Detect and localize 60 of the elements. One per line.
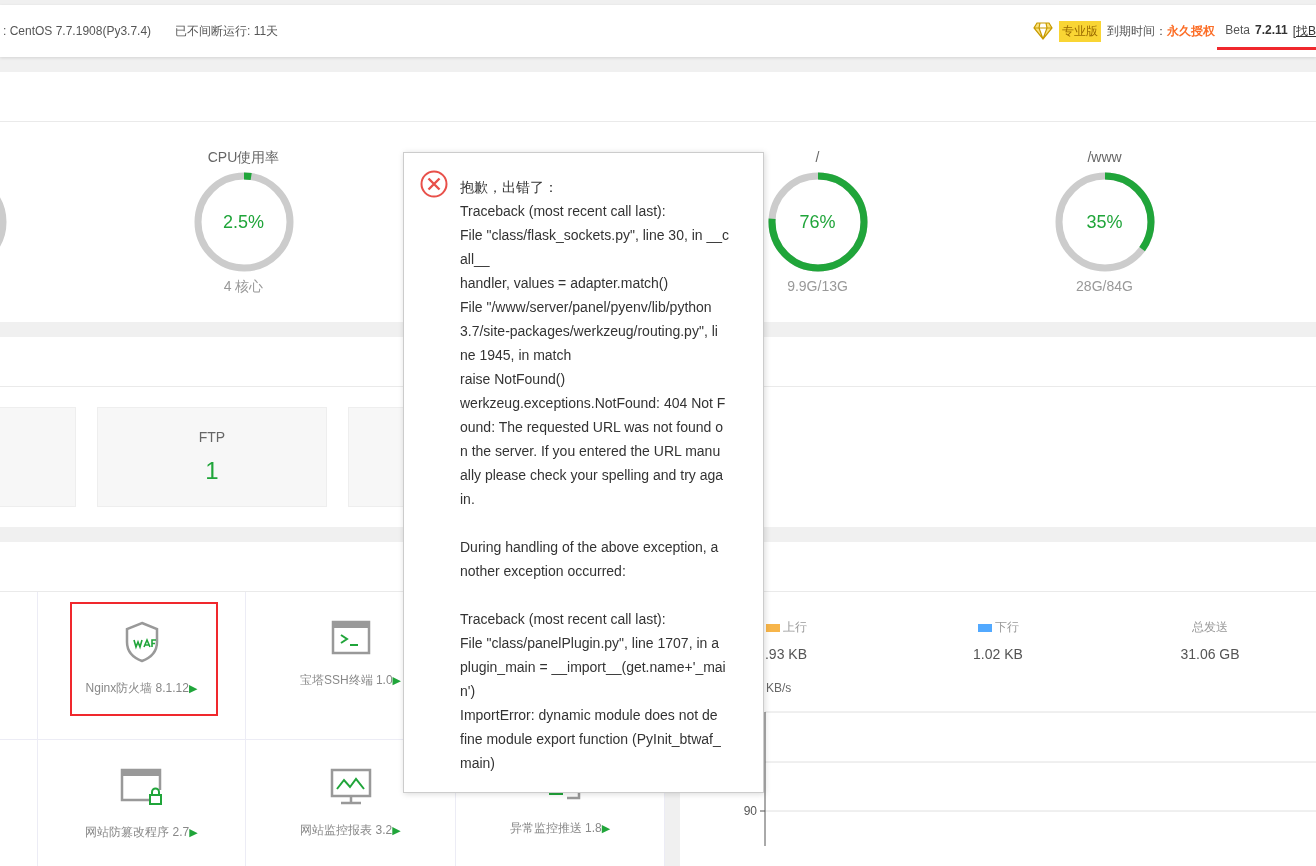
terminal-icon (330, 620, 371, 656)
error-line: During handling of the above exception, a (460, 538, 720, 557)
gauge-value: 76% (799, 211, 836, 233)
stat-value: 1 (205, 457, 219, 485)
plugin-label[interactable]: Nginx防火墙 8.1.12▶ (85, 680, 198, 697)
error-line: main) (460, 754, 496, 773)
gauge-value: 2.5% (223, 211, 264, 233)
diamond-icon (1033, 22, 1054, 40)
gauge-title: CPU使用率 (207, 148, 280, 166)
gauge-value: 35% (1086, 211, 1123, 233)
feedback-link[interactable]: [找B (1292, 22, 1316, 40)
error-line: File "class/panelPlugin.py", line 1707, in a (460, 634, 720, 653)
plugin-label[interactable]: 网站防篡改程序 2.7▶ (85, 824, 198, 841)
gauge-title: /www (1087, 148, 1122, 166)
channel-label: Beta (1225, 22, 1250, 39)
error-title: 抱歉，出错了： (460, 178, 559, 197)
error-line: 3.7/site-packages/werkzeug/routing.py", li (460, 322, 719, 341)
version-number: 7.2.11 (1254, 22, 1288, 39)
traffic-value: 1.02 KB (973, 646, 1023, 662)
legend-label: 总发送 (1192, 619, 1228, 636)
expiry-label: 到期时间： (1107, 22, 1168, 40)
plugin-tile[interactable]: 网站防篡改程序 2.7▶ (38, 740, 246, 866)
stat-card[interactable]: FTP 1 (97, 407, 327, 507)
plugin-label[interactable]: 异常监控推送 1.8▶ (509, 820, 611, 837)
error-line: Traceback (most recent call last): (460, 202, 667, 221)
traffic-value: .93 KB (765, 646, 807, 662)
locked-window-icon (119, 768, 164, 808)
error-line: ne 1945, in match (460, 346, 573, 365)
stat-label: FTP (198, 429, 226, 445)
error-line: nother exception occurred: (460, 562, 627, 581)
error-line: Traceback (most recent call last): (460, 610, 667, 629)
error-line: raise NotFound() (460, 370, 567, 389)
error-line: werkzeug.exceptions.NotFound: 404 Not F (460, 394, 727, 413)
plugin-label[interactable]: 网站监控报表 3.2▶ (300, 822, 401, 839)
gauge-detail: 9.9G/13G (787, 278, 848, 294)
expiry-value: 永久授权 (1167, 22, 1216, 40)
error-icon (420, 170, 448, 198)
error-line: ally please check your spelling and try aga (460, 466, 725, 485)
error-line: handler, values = adapter.match() (460, 274, 670, 293)
gauge-detail: 4 核心 (223, 278, 264, 296)
monitor-icon (329, 768, 372, 806)
uptime-info: 已不间断运行: 11天 (175, 22, 279, 40)
edition-badge: 专业版 (1059, 20, 1102, 42)
error-line: ound: The requested URL was not found o (460, 418, 725, 437)
traffic-value: 31.06 GB (1180, 646, 1240, 662)
plugin-tile[interactable]: Nginx防火墙 8.1.12▶ (38, 592, 246, 740)
legend-label: 上行 (765, 619, 807, 636)
gauge-title: / (815, 148, 820, 166)
gauge-detail: 28G/84G (1076, 278, 1133, 294)
error-line: n the server. If you entered the URL manu (460, 442, 722, 461)
legend-label: 下行 (977, 619, 1019, 636)
plugin-label[interactable]: 宝塔SSH终端 1.0▶ (299, 672, 402, 689)
error-line: in. (460, 490, 476, 509)
os-info: : CentOS 7.7.1908(Py3.7.4) (3, 24, 152, 38)
error-line: n') (460, 682, 477, 701)
error-line: plugin_main = __import__(get.name+'_mai (460, 658, 727, 677)
error-line: File "class/flask_sockets.py", line 30, in __c (460, 226, 731, 245)
error-line: File "/www/server/panel/pyenv/lib/python (460, 298, 713, 317)
error-line: ImportError: dynamic module does not de (460, 706, 719, 725)
error-line: all__ (460, 250, 491, 269)
